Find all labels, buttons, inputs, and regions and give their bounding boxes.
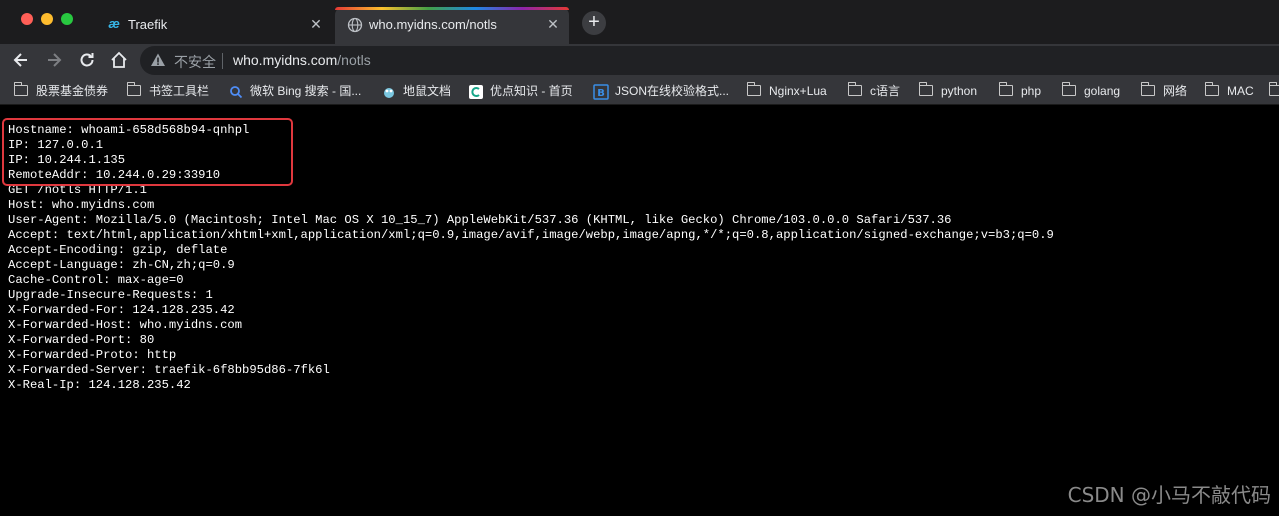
bookmark-label: golang bbox=[1084, 84, 1121, 98]
bookmark-label: 网络 bbox=[1163, 84, 1188, 98]
bookmark-label: 股票基金债券 bbox=[36, 84, 109, 98]
tab-whoami[interactable]: who.myidns.com/notls ✕ bbox=[335, 7, 569, 44]
bookmark-toolbar[interactable]: 书签工具栏 bbox=[126, 82, 210, 100]
bookmark-golang[interactable]: golang bbox=[1061, 82, 1121, 100]
gopher-icon bbox=[381, 84, 397, 100]
bookmark-label: 地鼠文档 bbox=[403, 84, 452, 98]
response-line: X-Forwarded-Host: who.myidns.com bbox=[8, 318, 243, 332]
zoom-window-button[interactable] bbox=[61, 13, 73, 25]
tab-title: Traefik bbox=[128, 17, 168, 32]
bookmark-label: MAC bbox=[1227, 84, 1254, 98]
browser-toolbar: 不安全 who.myidns.com/notls bbox=[0, 44, 1279, 77]
bookmark-label: c语言 bbox=[870, 84, 901, 98]
bookmark-label: 书签工具栏 bbox=[149, 84, 210, 98]
new-tab-button[interactable]: + bbox=[582, 11, 606, 35]
bookmark-label: Nginx+Lua bbox=[769, 84, 827, 98]
tab-group-indicator bbox=[335, 7, 569, 10]
reload-icon[interactable] bbox=[76, 49, 98, 71]
bookmark-mac[interactable]: MAC bbox=[1204, 82, 1254, 100]
response-line: X-Real-Ip: 124.128.235.42 bbox=[8, 378, 191, 392]
folder-icon bbox=[1140, 82, 1155, 97]
globe-icon bbox=[347, 17, 363, 33]
youdian-icon bbox=[468, 84, 484, 100]
json-icon: B bbox=[593, 84, 609, 100]
response-line: X-Forwarded-Port: 80 bbox=[8, 333, 155, 347]
tab-traefik[interactable]: æ Traefik ✕ bbox=[94, 8, 332, 40]
bookmarks-bar: 股票基金债券 书签工具栏 微软 Bing 搜索 - 国... 地鼠文档 优点知识… bbox=[0, 77, 1279, 105]
traefik-icon: æ bbox=[108, 16, 120, 31]
url-text[interactable]: who.myidns.com/notls bbox=[233, 52, 371, 68]
highlight-annotation-box bbox=[2, 118, 293, 186]
close-tab-icon[interactable]: ✕ bbox=[545, 16, 561, 32]
bookmark-c[interactable]: c语言 bbox=[847, 82, 901, 100]
bookmark-label: python bbox=[941, 84, 978, 98]
back-arrow-icon[interactable] bbox=[10, 49, 32, 71]
response-line: Accept-Language: zh-CN,zh;q=0.9 bbox=[8, 258, 235, 272]
tab-title: who.myidns.com/notls bbox=[369, 17, 497, 32]
folder-icon bbox=[1061, 82, 1076, 97]
response-line: Cache-Control: max-age=0 bbox=[8, 273, 184, 287]
security-status[interactable]: 不安全 bbox=[174, 52, 216, 72]
bookmark-python[interactable]: python bbox=[918, 82, 978, 100]
bookmark-stocks[interactable]: 股票基金债券 bbox=[13, 82, 109, 100]
bookmark-php[interactable]: php bbox=[998, 82, 1042, 100]
bookmark-network[interactable]: 网络 bbox=[1140, 82, 1188, 100]
tab-strip: æ Traefik ✕ who.myidns.com/notls ✕ + bbox=[0, 0, 1279, 44]
bookmark-dishu[interactable]: 地鼠文档 bbox=[381, 82, 451, 100]
url-host: who.myidns.com bbox=[233, 52, 338, 68]
watermark: CSDN @小马不敲代码 bbox=[1067, 483, 1271, 507]
svg-text:B: B bbox=[597, 88, 605, 99]
divider bbox=[222, 53, 223, 69]
folder-icon bbox=[1268, 82, 1279, 97]
folder-icon bbox=[746, 82, 761, 97]
close-tab-icon[interactable]: ✕ bbox=[308, 16, 324, 32]
bookmark-label: JSON在线校验格式... bbox=[615, 84, 730, 98]
folder-icon bbox=[918, 82, 933, 97]
search-icon bbox=[228, 84, 244, 100]
bookmark-youdian[interactable]: 优点知识 - 首页 bbox=[468, 82, 573, 100]
response-line: X-Forwarded-Server: traefik-6f8bb95d86-7… bbox=[8, 363, 330, 377]
folder-icon bbox=[1204, 82, 1219, 97]
bookmark-label: 优点知识 - 首页 bbox=[490, 84, 573, 98]
address-bar[interactable]: 不安全 who.myidns.com/notls bbox=[140, 46, 1279, 75]
forward-arrow-icon[interactable] bbox=[43, 49, 65, 71]
url-path: /notls bbox=[337, 52, 371, 68]
page-content: Hostname: whoami-658d568b94-qnhpl IP: 127… bbox=[0, 105, 1279, 516]
response-line: Host: who.myidns.com bbox=[8, 198, 155, 212]
response-line: X-Forwarded-For: 124.128.235.42 bbox=[8, 303, 235, 317]
response-line: User-Agent: Mozilla/5.0 (Macintosh; Inte… bbox=[8, 213, 952, 227]
close-window-button[interactable] bbox=[21, 13, 33, 25]
bookmark-nginx[interactable]: Nginx+Lua bbox=[746, 82, 827, 100]
folder-icon bbox=[847, 82, 862, 97]
folder-icon bbox=[126, 82, 141, 97]
bookmark-label: php bbox=[1021, 84, 1042, 98]
minimize-window-button[interactable] bbox=[41, 13, 53, 25]
response-line: Upgrade-Insecure-Requests: 1 bbox=[8, 288, 213, 302]
folder-icon bbox=[998, 82, 1013, 97]
bookmark-bing[interactable]: 微软 Bing 搜索 - 国... bbox=[228, 82, 361, 100]
bookmark-overflow[interactable] bbox=[1268, 82, 1279, 100]
response-line: X-Forwarded-Proto: http bbox=[8, 348, 177, 362]
bookmark-json[interactable]: B JSON在线校验格式... bbox=[593, 82, 729, 100]
response-line: Accept: text/html,application/xhtml+xml,… bbox=[8, 228, 1054, 242]
home-icon[interactable] bbox=[108, 49, 130, 71]
bookmark-label: 微软 Bing 搜索 - 国... bbox=[250, 84, 362, 98]
warning-icon[interactable] bbox=[150, 52, 166, 68]
response-line: Accept-Encoding: gzip, deflate bbox=[8, 243, 228, 257]
folder-icon bbox=[13, 82, 28, 97]
